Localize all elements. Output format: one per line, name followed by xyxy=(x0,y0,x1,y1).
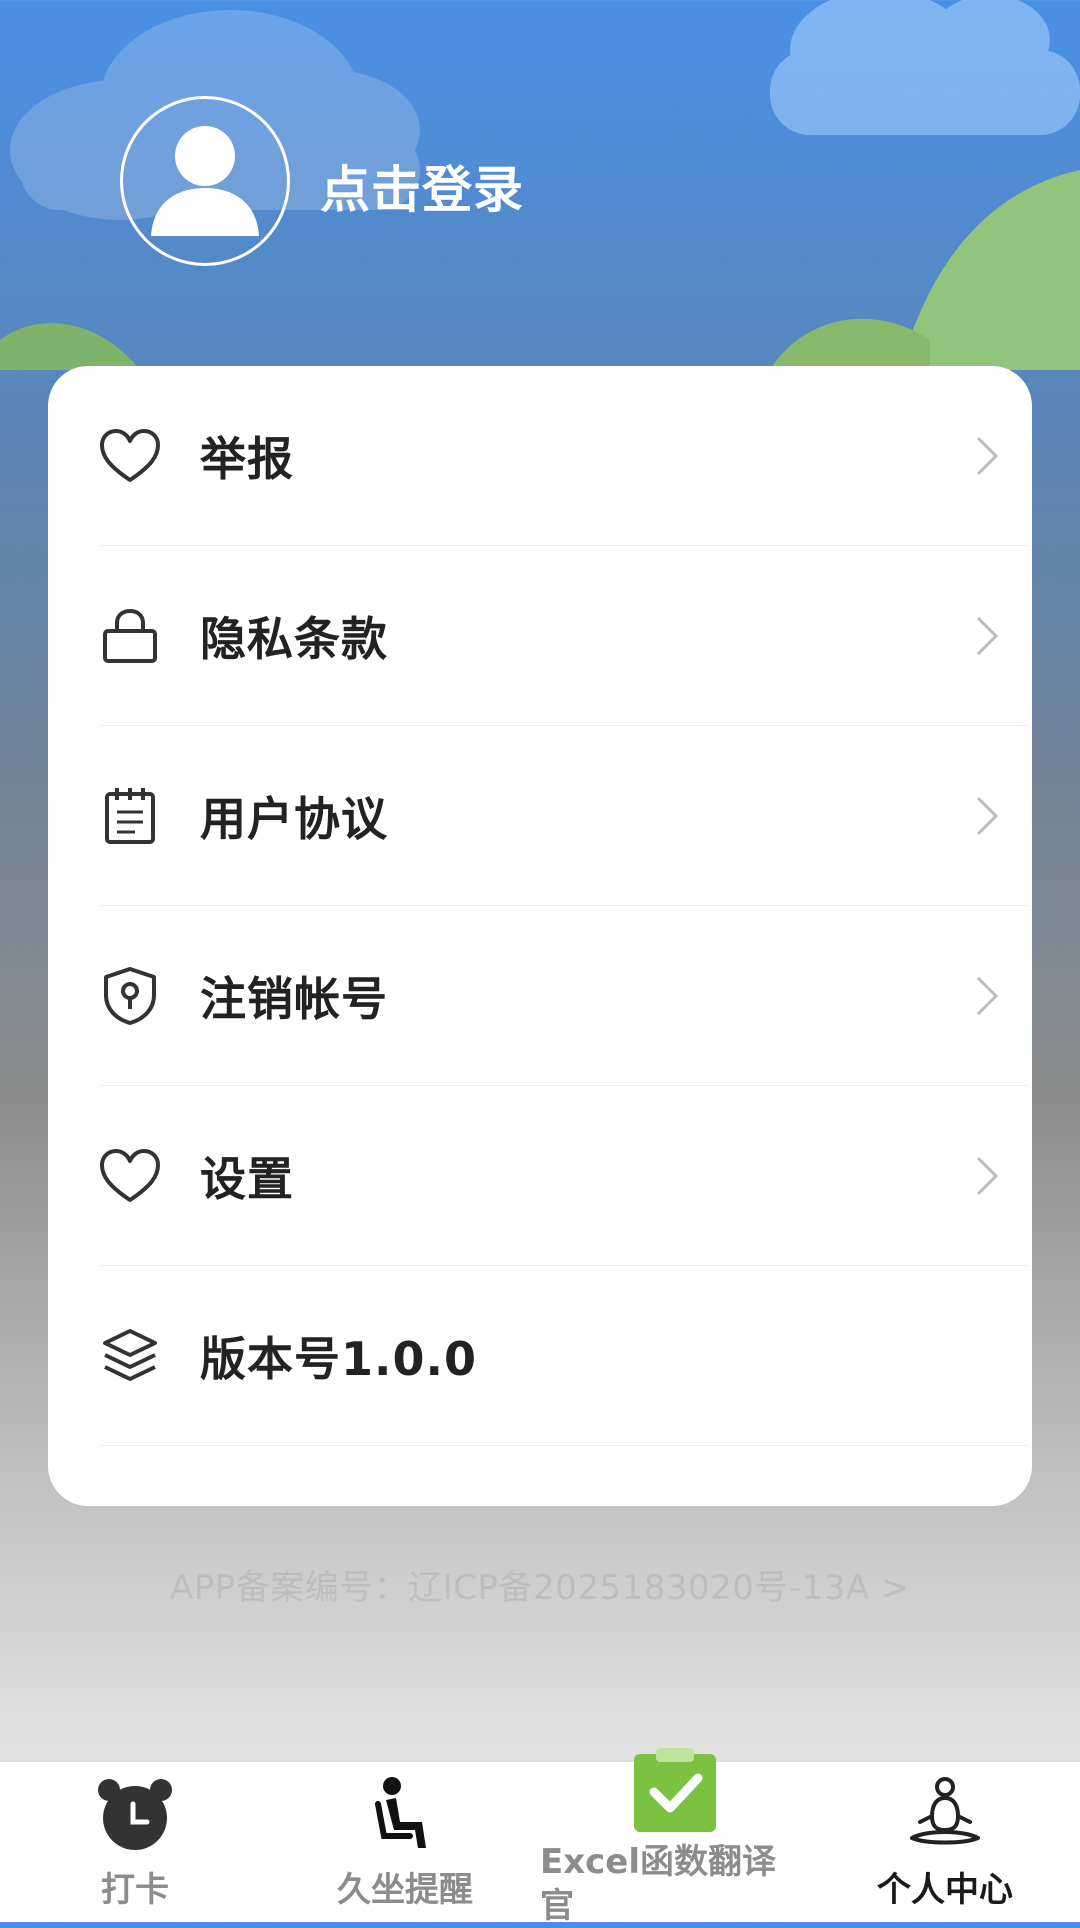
seated-person-icon xyxy=(375,1777,426,1848)
menu-item-version: 版本号1.0.0 xyxy=(98,1266,1030,1446)
tab-label: 久坐提醒 xyxy=(337,1870,473,1910)
tab-excel-translator[interactable]: Excel函数翻译官 xyxy=(540,1748,810,1926)
tab-label: Excel函数翻译官 xyxy=(540,1842,777,1926)
menu-item-delete-account[interactable]: 注销帐号 xyxy=(98,906,1030,1086)
menu-item-report[interactable]: 举报 xyxy=(98,366,1030,546)
chevron-right-icon xyxy=(974,974,1000,1022)
version-label: 版本号1.0.0 xyxy=(200,1332,477,1386)
menu-card: 举报 隐私条款 用户协议 注销帐号 设置 版本号1.0.0 xyxy=(48,366,1032,1506)
heart-icon xyxy=(98,1144,162,1208)
chevron-right-icon xyxy=(974,434,1000,482)
profile-header: 点击登录 xyxy=(0,0,1080,360)
layers-icon xyxy=(98,1324,162,1388)
tab-label: 个人中心 xyxy=(877,1870,1013,1910)
login-link[interactable]: 点击登录 xyxy=(320,150,524,222)
chevron-right-icon xyxy=(974,794,1000,842)
notepad-icon xyxy=(98,784,162,848)
menu-item-user-agreement[interactable]: 用户协议 xyxy=(98,726,1030,906)
tab-sedentary-reminder[interactable]: 久坐提醒 xyxy=(270,1762,540,1922)
alarm-clock-icon xyxy=(98,1779,172,1850)
clipboard-check-icon xyxy=(634,1748,716,1832)
menu-item-label: 注销帐号 xyxy=(200,972,388,1026)
menu-item-label: 用户协议 xyxy=(200,792,388,846)
chevron-right-icon xyxy=(974,614,1000,662)
menu-item-settings[interactable]: 设置 xyxy=(98,1086,1030,1266)
tab-checkin[interactable]: 打卡 xyxy=(0,1762,270,1922)
icp-record-link[interactable]: APP备案编号：辽ICP备2025183020号-13A > xyxy=(0,1560,1080,1609)
menu-item-privacy[interactable]: 隐私条款 xyxy=(98,546,1030,726)
tab-label: 打卡 xyxy=(101,1870,169,1910)
shield-key-icon xyxy=(98,964,162,1028)
chevron-right-icon xyxy=(974,1154,1000,1202)
avatar[interactable] xyxy=(120,96,290,266)
tab-personal-center[interactable]: 个人中心 xyxy=(810,1762,1080,1922)
lock-icon xyxy=(98,604,162,668)
menu-item-label: 举报 xyxy=(200,432,294,486)
user-avatar-icon xyxy=(151,126,259,236)
heart-icon xyxy=(98,424,162,488)
meditation-icon xyxy=(910,1777,980,1845)
menu-item-label: 隐私条款 xyxy=(200,612,388,666)
bottom-tab-bar: 打卡 久坐提醒 Excel函数翻译官 个人中心 xyxy=(0,1748,1080,1926)
menu-item-label: 设置 xyxy=(200,1152,294,1206)
divider xyxy=(98,1445,1030,1446)
